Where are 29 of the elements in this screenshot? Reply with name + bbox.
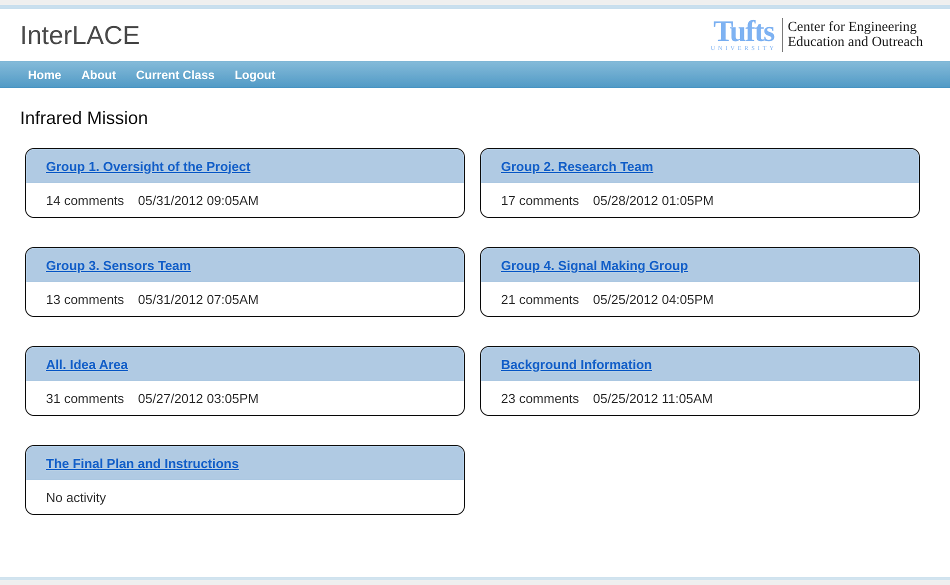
forum-link[interactable]: Group 2. Research Team [501, 158, 654, 174]
comment-count: 21 comments [501, 292, 580, 306]
last-post-date: 05/31/2012 07:05AM [138, 292, 259, 306]
logo-wordmark: Tufts [713, 18, 774, 46]
nav-link[interactable]: Current Class [136, 68, 215, 82]
comment-count: 17 comments [501, 192, 580, 208]
comment-count: 14 comments [46, 192, 124, 208]
last-post-date: 05/27/2012 03:05PM [138, 390, 259, 406]
comment-count: 23 comments [501, 390, 580, 406]
forum-link[interactable]: Group 1. Oversight of the Project [46, 158, 250, 174]
nav-link[interactable]: About [81, 68, 116, 82]
forum-link[interactable]: Background Information [501, 356, 652, 372]
page-title: Infrared Mission [20, 108, 150, 128]
last-post-date: 05/31/2012 09:05AM [138, 192, 259, 208]
site-title: InterLACE [20, 20, 140, 50]
forum-link[interactable]: Group 3. Sensors Team [46, 258, 191, 272]
nav-link[interactable]: Home [28, 68, 62, 82]
forum-link[interactable]: Group 4. Signal Making Group [501, 258, 688, 272]
logo-text: Education and Outreach [788, 35, 923, 50]
forum-link[interactable]: All. Idea Area [46, 356, 128, 372]
last-post-date: 05/25/2012 11:05AM [593, 390, 713, 406]
nav-link[interactable]: Logout [234, 68, 276, 82]
comment-count: 31 comments [46, 390, 124, 406]
forum-link[interactable]: The Final Plan and Instructions [46, 456, 239, 470]
comment-count: 13 comments [46, 292, 124, 306]
logo-text: Center for Engineering [788, 20, 918, 35]
activity-note: No activity [46, 490, 106, 504]
last-post-date: 05/25/2012 04:05PM [593, 292, 714, 306]
last-post-date: 05/28/2012 01:05PM [593, 192, 714, 208]
